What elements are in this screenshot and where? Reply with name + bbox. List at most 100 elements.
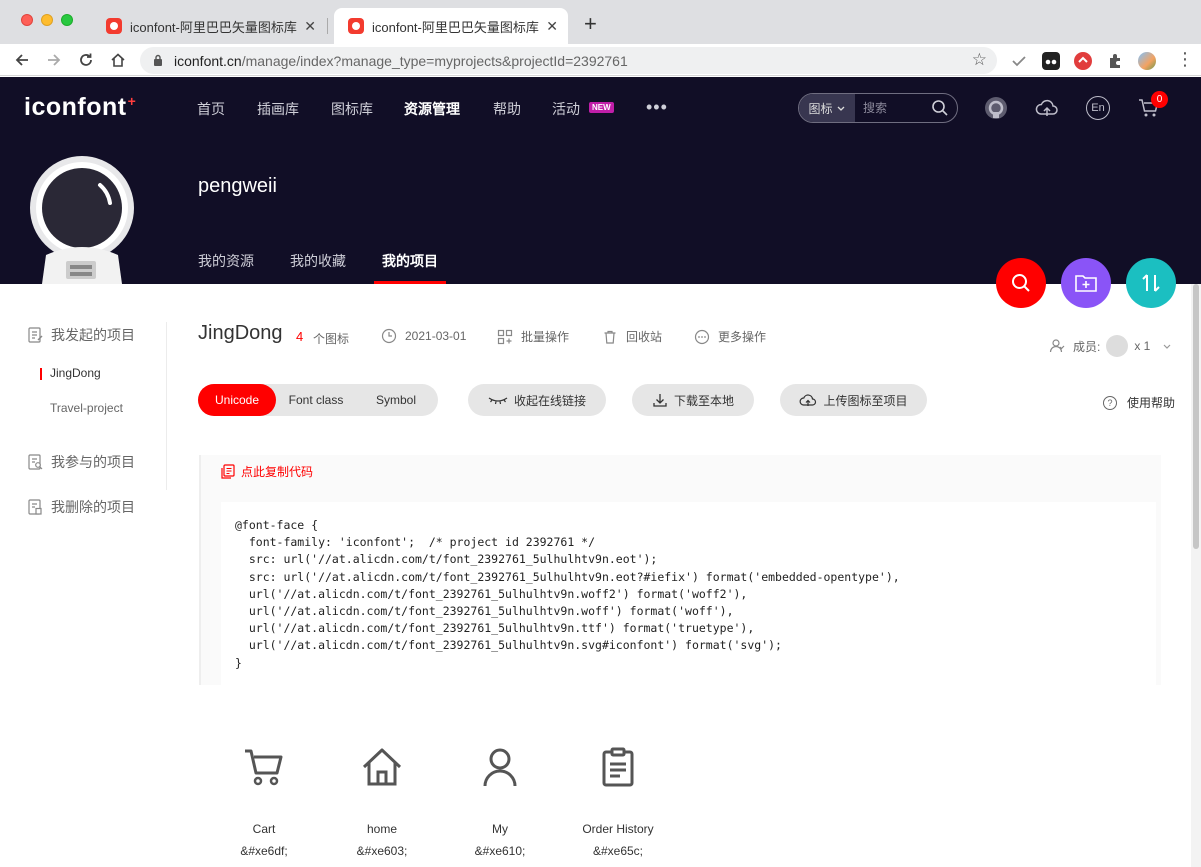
search-type-label: 图标 xyxy=(808,101,833,116)
sidebar-divider xyxy=(166,322,167,490)
tab-close-icon[interactable]: ✕ xyxy=(304,18,316,35)
tab-my-resources[interactable]: 我的资源 xyxy=(198,251,254,271)
upload-icons-button[interactable]: 上传图标至项目 xyxy=(780,384,927,416)
project-icon-count-unit: 个图标 xyxy=(313,332,350,346)
usage-help-label: 使用帮助 xyxy=(1127,396,1176,410)
browser-tab-1[interactable]: iconfont-阿里巴巴矢量图标库 ✕ xyxy=(92,8,326,44)
project-date: 2021-03-01 xyxy=(381,328,466,344)
nav-home[interactable]: 首页 xyxy=(197,99,225,117)
back-arrow-icon[interactable] xyxy=(12,50,32,70)
download-button[interactable]: 下载至本地 xyxy=(632,384,754,416)
tab-close-icon[interactable]: ✕ xyxy=(546,18,558,35)
project-title: JingDong xyxy=(198,322,283,344)
batch-operations-button[interactable]: 批量操作 xyxy=(497,328,569,345)
nav-activities[interactable]: 活动 xyxy=(552,99,580,117)
icon-card-order-history[interactable]: Order History &#xe65c; xyxy=(563,745,673,858)
mode-unicode-tab[interactable]: Unicode xyxy=(198,384,276,416)
new-project-fab-button[interactable] xyxy=(1061,258,1111,308)
search-icon xyxy=(1012,274,1030,292)
browser-toolbar: iconfont.cn/manage/index?manage_type=myp… xyxy=(0,44,1201,76)
copy-code-link[interactable]: 点此复制代码 xyxy=(221,463,313,480)
icon-code: &#xe610; xyxy=(474,844,526,858)
extension-mask-icon[interactable] xyxy=(1042,52,1060,70)
home-nav-icon[interactable] xyxy=(108,50,128,70)
mode-symbol-tab[interactable]: Symbol xyxy=(356,384,436,416)
sidebar-deleted-projects[interactable]: 我删除的项目 xyxy=(28,497,135,517)
sidebar-started-projects[interactable]: 我发起的项目 xyxy=(28,325,135,345)
download-icon xyxy=(653,394,667,407)
profile-avatar[interactable] xyxy=(1138,52,1156,70)
recycle-bin-button[interactable]: 回收站 xyxy=(602,328,662,345)
astronaut-avatar[interactable] xyxy=(30,155,134,284)
members-dropdown[interactable]: 成员: x 1 xyxy=(1049,335,1172,357)
sidebar-started-label: 我发起的项目 xyxy=(51,327,135,343)
sidebar-joined-projects[interactable]: 我参与的项目 xyxy=(28,452,135,472)
browser-tabstrip: iconfont-阿里巴巴矢量图标库 ✕ iconfont-阿里巴巴矢量图标库 … xyxy=(0,0,1201,44)
icon-name: Cart xyxy=(252,822,276,836)
cart-count-badge: 0 xyxy=(1151,91,1168,108)
new-tab-button[interactable]: + xyxy=(584,12,597,36)
sidebar-deleted-label: 我删除的项目 xyxy=(51,499,135,515)
cloud-upload-icon[interactable] xyxy=(1035,96,1059,120)
icon-card-cart[interactable]: Cart &#xe6df; xyxy=(209,745,319,858)
browser-tab-2[interactable]: iconfont-阿里巴巴矢量图标库 ✕ xyxy=(334,8,568,44)
cloud-upload-icon xyxy=(800,394,817,406)
icon-code: &#xe6df; xyxy=(240,844,288,858)
nav-resource-management[interactable]: 资源管理 xyxy=(404,99,460,117)
clipboard-list-icon xyxy=(602,747,634,787)
collapse-online-link-button[interactable]: 收起在线链接 xyxy=(468,384,606,416)
document-search-icon xyxy=(28,454,43,470)
usage-help-link[interactable]: ? 使用帮助 xyxy=(1103,394,1175,411)
language-switch-icon[interactable]: En xyxy=(1086,96,1110,120)
mode-font-class-tab[interactable]: Font class xyxy=(276,384,356,416)
sidebar-project-travel[interactable]: Travel-project xyxy=(50,401,123,415)
tab-title: iconfont-阿里巴巴矢量图标库 xyxy=(130,19,297,35)
tab-title: iconfont-阿里巴巴矢量图标库 xyxy=(372,19,539,35)
url-host: iconfont.cn xyxy=(174,52,242,69)
more-nav-button[interactable]: ••• xyxy=(646,97,668,118)
sidebar-joined-label: 我参与的项目 xyxy=(51,454,135,470)
search-fab-button[interactable] xyxy=(996,258,1046,308)
check-extension-icon[interactable] xyxy=(1010,52,1028,70)
forward-arrow-icon[interactable] xyxy=(44,50,64,70)
font-face-code[interactable]: @font-face { font-family: 'iconfont'; /*… xyxy=(221,502,1156,685)
copy-document-icon xyxy=(221,464,235,479)
project-icon-count: 4 xyxy=(296,329,304,344)
nav-help[interactable]: 帮助 xyxy=(493,99,521,117)
question-icon: ? xyxy=(1103,395,1117,410)
window-close-button[interactable] xyxy=(21,14,33,26)
bookmark-star-icon[interactable]: ☆ xyxy=(972,50,987,70)
search-icon[interactable] xyxy=(931,99,949,117)
extensions-puzzle-icon[interactable] xyxy=(1106,52,1124,70)
more-operations-button[interactable]: 更多操作 xyxy=(694,328,766,345)
search-type-select[interactable]: 图标 xyxy=(799,94,855,122)
extension-red-icon[interactable] xyxy=(1074,52,1092,70)
page-scrollbar[interactable] xyxy=(1191,284,1201,867)
window-minimize-button[interactable] xyxy=(41,14,53,26)
grid-icon xyxy=(497,329,513,344)
username: pengweii xyxy=(198,175,277,197)
eye-closed-icon xyxy=(488,397,508,405)
search-input[interactable] xyxy=(855,101,931,115)
members-label: 成员: xyxy=(1073,339,1101,354)
nav-illustrations[interactable]: 插画库 xyxy=(257,99,299,117)
user-avatar-icon[interactable] xyxy=(984,96,1008,120)
clock-icon xyxy=(381,328,397,344)
browser-menu-icon[interactable]: ⋮ xyxy=(1176,50,1194,68)
address-bar[interactable]: iconfont.cn/manage/index?manage_type=myp… xyxy=(140,47,997,74)
tab-my-favorites[interactable]: 我的收藏 xyxy=(290,251,346,271)
scrollbar-thumb[interactable] xyxy=(1193,284,1199,549)
nav-icon-library[interactable]: 图标库 xyxy=(331,99,373,117)
tab-my-projects[interactable]: 我的项目 xyxy=(382,251,438,271)
sort-fab-button[interactable] xyxy=(1126,258,1176,308)
window-zoom-button[interactable] xyxy=(61,14,73,26)
icon-card-my[interactable]: My &#xe610; xyxy=(445,745,555,858)
sidebar-project-jingdong[interactable]: JingDong xyxy=(50,366,101,380)
reload-icon[interactable] xyxy=(76,50,96,70)
download-label: 下载至本地 xyxy=(673,393,734,408)
language-label: En xyxy=(1091,102,1105,114)
icon-card-home[interactable]: home &#xe603; xyxy=(327,745,437,858)
icon-name: home xyxy=(366,822,398,836)
iconfont-logo[interactable]: iconfont+ xyxy=(24,93,136,122)
new-badge: NEW xyxy=(589,102,614,113)
